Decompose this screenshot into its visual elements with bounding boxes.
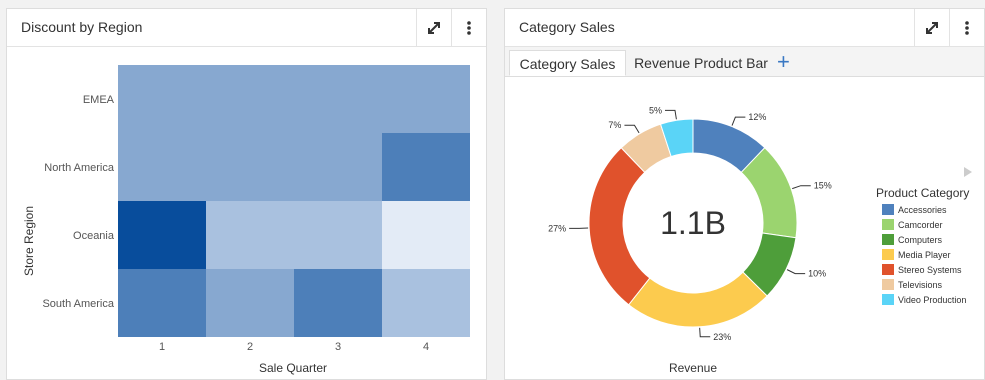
y-axis-title: Store Region — [22, 206, 36, 276]
slice-label-leader — [787, 270, 805, 274]
category-sales-panel: Category Sales Category Sales Revenue Pr… — [504, 8, 985, 380]
y-tick-label: EMEA — [83, 94, 115, 106]
expand-icon — [426, 20, 442, 36]
tab-category-sales[interactable]: Category Sales — [509, 50, 626, 76]
legend-swatch — [882, 204, 894, 215]
heatmap-cell[interactable] — [294, 269, 382, 337]
panel-header: Category Sales — [505, 9, 984, 47]
heatmap-cell[interactable] — [294, 201, 382, 269]
slice-value-label: 12% — [748, 112, 766, 122]
legend-swatch — [882, 264, 894, 275]
more-vertical-icon — [466, 20, 472, 36]
x-tick-label: 1 — [159, 341, 165, 353]
slice-label-leader — [732, 117, 745, 125]
panel-title: Category Sales — [519, 19, 615, 35]
heatmap-cell[interactable] — [206, 65, 294, 133]
heatmap-cell[interactable] — [206, 269, 294, 337]
legend-item-label[interactable]: Camcorder — [898, 220, 943, 230]
legend-title: Product Category — [876, 186, 969, 200]
legend-swatch — [882, 279, 894, 290]
heatmap-cell[interactable] — [382, 269, 470, 337]
more-vertical-icon — [964, 20, 970, 36]
heatmap-cell[interactable] — [206, 201, 294, 269]
discount-by-region-panel: Discount by Region EMEA North America Ocea… — [6, 8, 487, 380]
slice-label-leader — [792, 186, 811, 189]
slice-value-label: 23% — [713, 332, 731, 342]
center-total-label: 1.1B — [660, 205, 726, 241]
legend-swatch — [882, 249, 894, 260]
heatmap-cell[interactable] — [118, 201, 206, 269]
legend-swatch — [882, 294, 894, 305]
x-axis-title: Revenue — [669, 361, 717, 375]
heatmap-cell[interactable] — [118, 133, 206, 201]
heatmap-cell[interactable] — [118, 65, 206, 133]
heatmap-cell[interactable] — [382, 201, 470, 269]
legend-item-label[interactable]: Media Player — [898, 250, 951, 260]
expand-button[interactable] — [914, 9, 949, 46]
slice-value-label: 7% — [608, 120, 621, 130]
donut-chart: 12% 15% 10% 23% 27% 7% 5% 1.1B Revenue Product… — [505, 77, 984, 379]
y-tick-label: South America — [42, 298, 114, 310]
play-right-icon[interactable] — [964, 167, 972, 177]
slice-value-label: 15% — [814, 181, 832, 191]
tab-revenue-product-bar[interactable]: Revenue Product Bar — [631, 50, 771, 76]
legend-swatch — [882, 234, 894, 245]
x-tick-label: 2 — [247, 341, 253, 353]
legend-item-label[interactable]: Video Production — [898, 295, 966, 305]
heatmap-cell[interactable] — [382, 65, 470, 133]
donut-slice[interactable] — [589, 148, 650, 305]
legend-item-label[interactable]: Accessories — [898, 205, 947, 215]
slice-value-label: 10% — [808, 269, 826, 279]
x-axis-title: Sale Quarter — [259, 361, 327, 375]
panel-title: Discount by Region — [21, 19, 142, 35]
heatmap-cell[interactable] — [118, 269, 206, 337]
panel-header: Discount by Region — [7, 9, 486, 47]
legend-item-label[interactable]: Computers — [898, 235, 943, 245]
more-options-button[interactable] — [451, 9, 486, 46]
slice-value-label: 5% — [649, 105, 662, 115]
add-tab-button[interactable]: + — [777, 50, 790, 74]
y-tick-label: Oceania — [73, 230, 115, 242]
x-tick-label: 3 — [335, 341, 341, 353]
slice-label-leader — [700, 328, 711, 337]
heatmap-cell[interactable] — [294, 133, 382, 201]
x-tick-label: 4 — [423, 341, 429, 353]
expand-icon — [924, 20, 940, 36]
expand-button[interactable] — [416, 9, 451, 46]
legend-item-label[interactable]: Televisions — [898, 280, 943, 290]
heatmap-cell[interactable] — [206, 133, 294, 201]
legend-item-label[interactable]: Stereo Systems — [898, 265, 962, 275]
more-options-button[interactable] — [949, 9, 984, 46]
heatmap-cell[interactable] — [382, 133, 470, 201]
slice-label-leader — [624, 125, 639, 133]
heatmap-cell[interactable] — [294, 65, 382, 133]
slice-value-label: 27% — [548, 223, 566, 233]
donut-slice[interactable] — [629, 272, 767, 327]
y-tick-label: North America — [44, 162, 115, 174]
slice-label-leader — [665, 110, 676, 119]
tab-bar: Category Sales Revenue Product Bar + — [505, 47, 984, 77]
legend-swatch — [882, 219, 894, 230]
heatmap-chart: EMEA North America Oceania South America 1 2… — [7, 47, 486, 380]
